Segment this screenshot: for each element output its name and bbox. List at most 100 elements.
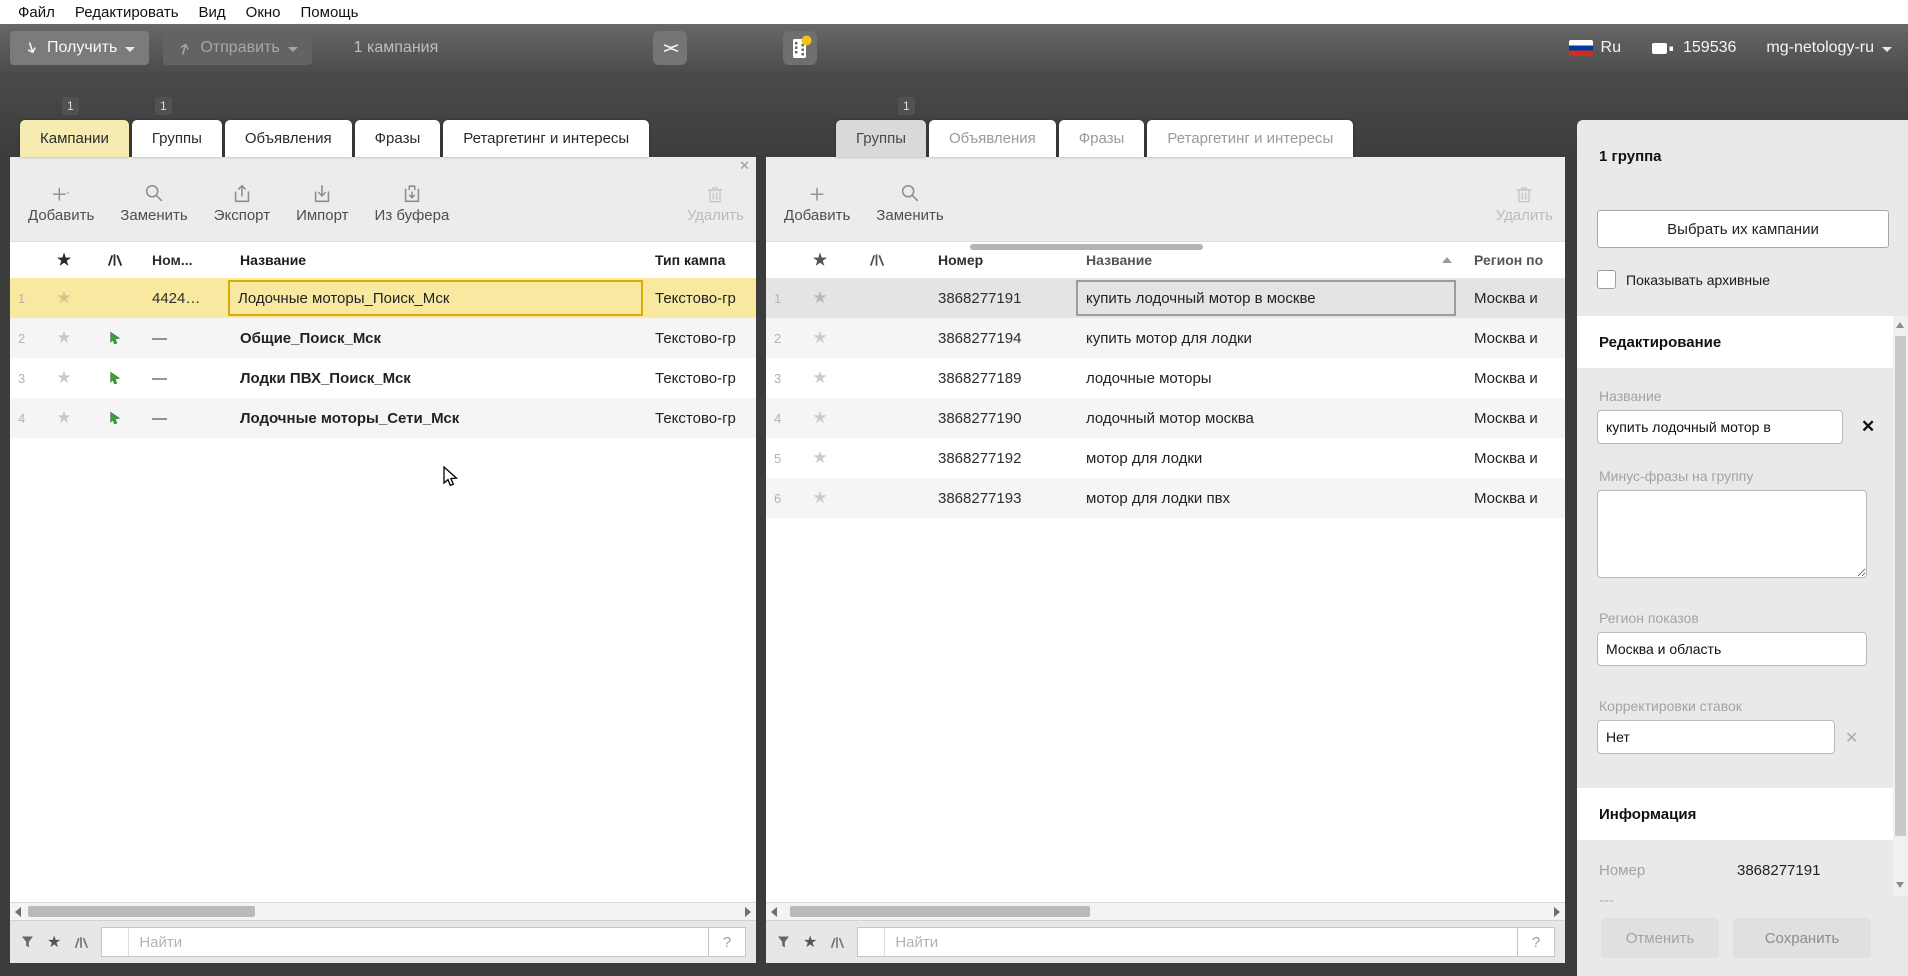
clear-bid-adjustments-icon[interactable]: ✕ (1845, 728, 1858, 748)
tab-ads[interactable]: Объявления (929, 120, 1056, 157)
from-buffer-button[interactable]: Из буфера (375, 175, 450, 224)
cancel-button[interactable]: Отменить (1601, 918, 1719, 958)
minus-phrases-textarea[interactable] (1597, 490, 1867, 578)
star-icon[interactable]: ★ (794, 488, 846, 508)
group-name-input[interactable] (1597, 410, 1843, 444)
tab-groups[interactable]: Группы (132, 120, 222, 157)
save-button[interactable]: Сохранить (1733, 918, 1871, 958)
horizontal-scrollbar[interactable] (766, 902, 1565, 920)
scroll-left-icon[interactable] (15, 907, 21, 917)
table-row[interactable]: 6 ★ 3868277193 мотор для лодки пвх Москв… (766, 478, 1565, 518)
tab-phrases[interactable]: Фразы (355, 120, 441, 157)
number-column-header[interactable]: Ном... (140, 252, 228, 268)
name-column-header[interactable]: Название (228, 252, 643, 268)
events-button[interactable] (783, 31, 817, 65)
replace-button[interactable]: Заменить (120, 175, 187, 224)
scroll-left-icon[interactable] (771, 907, 777, 917)
status-filter-icon[interactable] (72, 935, 89, 950)
name-column-header[interactable]: Название (1066, 252, 1466, 268)
filter-funnel-icon[interactable] (20, 934, 36, 950)
collapse-panels-button[interactable]: >< (653, 31, 687, 65)
delete-button[interactable]: Удалить (687, 175, 744, 224)
campaign-name-cell[interactable]: Общие_Поиск_Мск (228, 320, 643, 356)
star-icon[interactable]: ★ (794, 448, 846, 468)
star-filter-icon[interactable]: ★ (47, 932, 61, 952)
table-row[interactable]: 1 ★ 4424… Лодочные моторы_Поиск_Мск Текс… (10, 278, 756, 318)
clear-name-icon[interactable]: ✕ (1861, 417, 1875, 437)
tab-retargeting[interactable]: Ретаргетинг и интересы (1147, 120, 1353, 157)
search-help-button[interactable]: ? (1517, 928, 1554, 956)
bid-adjustments-input[interactable] (1597, 720, 1835, 754)
table-row[interactable]: 2 ★ — Общие_Поиск_Мск Текстово-гр (10, 318, 756, 358)
star-icon[interactable]: ★ (40, 288, 88, 308)
scrollbar-thumb[interactable] (28, 906, 255, 917)
points-indicator[interactable]: 159536 (1651, 39, 1736, 57)
import-button[interactable]: Импорт (296, 175, 348, 224)
menu-window[interactable]: Окно (236, 4, 291, 21)
scroll-down-icon[interactable] (1896, 882, 1904, 888)
horizontal-scrollbar[interactable] (10, 902, 756, 920)
group-name-cell[interactable]: купить лодочный мотор в москве (1076, 280, 1456, 316)
status-column-header[interactable] (846, 252, 906, 268)
tab-ads[interactable]: Объявления (225, 120, 352, 157)
star-icon[interactable]: ★ (794, 328, 846, 348)
export-button[interactable]: Экспорт (214, 175, 270, 224)
menu-file[interactable]: Файл (8, 4, 65, 21)
star-icon[interactable]: ★ (40, 328, 88, 348)
menu-edit[interactable]: Редактировать (65, 4, 189, 21)
delete-button[interactable]: Удалить (1496, 175, 1553, 224)
campaign-name-cell[interactable]: Лодки ПВХ_Поиск_Мск (228, 360, 643, 396)
star-icon[interactable]: ★ (794, 288, 846, 308)
search-help-button[interactable]: ? (708, 928, 745, 956)
panel-corner-icon[interactable]: ✕ (739, 158, 750, 174)
campaign-name-cell[interactable]: Лодочные моторы_Поиск_Мск (228, 280, 643, 316)
star-column-header[interactable]: ★ (794, 250, 846, 270)
status-column-header[interactable] (88, 252, 140, 268)
search-scope-box[interactable] (102, 928, 129, 956)
scrollbar-thumb[interactable] (1895, 336, 1906, 836)
star-icon[interactable]: ★ (794, 368, 846, 388)
search-input[interactable] (885, 928, 1517, 956)
tab-campaigns[interactable]: Кампании (20, 120, 129, 157)
account-switcher[interactable]: mg-netology-ru (1766, 39, 1892, 57)
tab-phrases[interactable]: Фразы (1059, 120, 1145, 157)
scroll-right-icon[interactable] (745, 907, 751, 917)
add-button[interactable]: Добавить (28, 175, 94, 224)
scroll-up-icon[interactable] (1896, 322, 1904, 328)
menu-view[interactable]: Вид (189, 4, 236, 21)
language-switcher[interactable]: Ru (1569, 39, 1621, 57)
tab-groups[interactable]: Группы (836, 120, 926, 157)
vertical-scrollbar[interactable] (1893, 316, 1908, 896)
region-column-header[interactable]: Регион по (1466, 252, 1565, 268)
column-drag-indicator[interactable] (970, 244, 1203, 250)
star-filter-icon[interactable]: ★ (803, 932, 817, 952)
type-column-header[interactable]: Тип кампа (643, 252, 756, 268)
table-row[interactable]: 2 ★ 3868277194 купить мотор для лодки Мо… (766, 318, 1565, 358)
star-icon[interactable]: ★ (40, 408, 88, 428)
send-button[interactable]: Отправить (163, 31, 311, 65)
status-filter-icon[interactable] (828, 935, 845, 950)
select-their-campaigns-button[interactable]: Выбрать их кампании (1597, 210, 1889, 248)
region-input[interactable] (1597, 632, 1867, 666)
add-button[interactable]: Добавить (784, 175, 850, 224)
search-input[interactable] (129, 928, 708, 956)
menu-help[interactable]: Помощь (291, 4, 369, 21)
show-archived-checkbox[interactable] (1597, 270, 1616, 289)
replace-button[interactable]: Заменить (876, 175, 943, 224)
scroll-right-icon[interactable] (1554, 907, 1560, 917)
sort-ascending-icon[interactable] (1442, 257, 1452, 263)
get-button[interactable]: Получить (10, 31, 149, 65)
star-column-header[interactable]: ★ (40, 250, 88, 270)
table-row[interactable]: 3 ★ 3868277189 лодочные моторы Москва и (766, 358, 1565, 398)
table-row[interactable]: 1 ★ 3868277191 купить лодочный мотор в м… (766, 278, 1565, 318)
tab-retargeting[interactable]: Ретаргетинг и интересы (443, 120, 649, 157)
star-icon[interactable]: ★ (794, 408, 846, 428)
filter-funnel-icon[interactable] (776, 934, 792, 950)
scrollbar-thumb[interactable] (790, 906, 1090, 917)
table-row[interactable]: 5 ★ 3868277192 мотор для лодки Москва и (766, 438, 1565, 478)
campaign-name-cell[interactable]: Лодочные моторы_Сети_Мск (228, 400, 643, 436)
table-row[interactable]: 4 ★ — Лодочные моторы_Сети_Мск Текстово-… (10, 398, 756, 438)
star-icon[interactable]: ★ (40, 368, 88, 388)
number-column-header[interactable]: Номер (906, 252, 1066, 268)
table-row[interactable]: 4 ★ 3868277190 лодочный мотор москва Мос… (766, 398, 1565, 438)
